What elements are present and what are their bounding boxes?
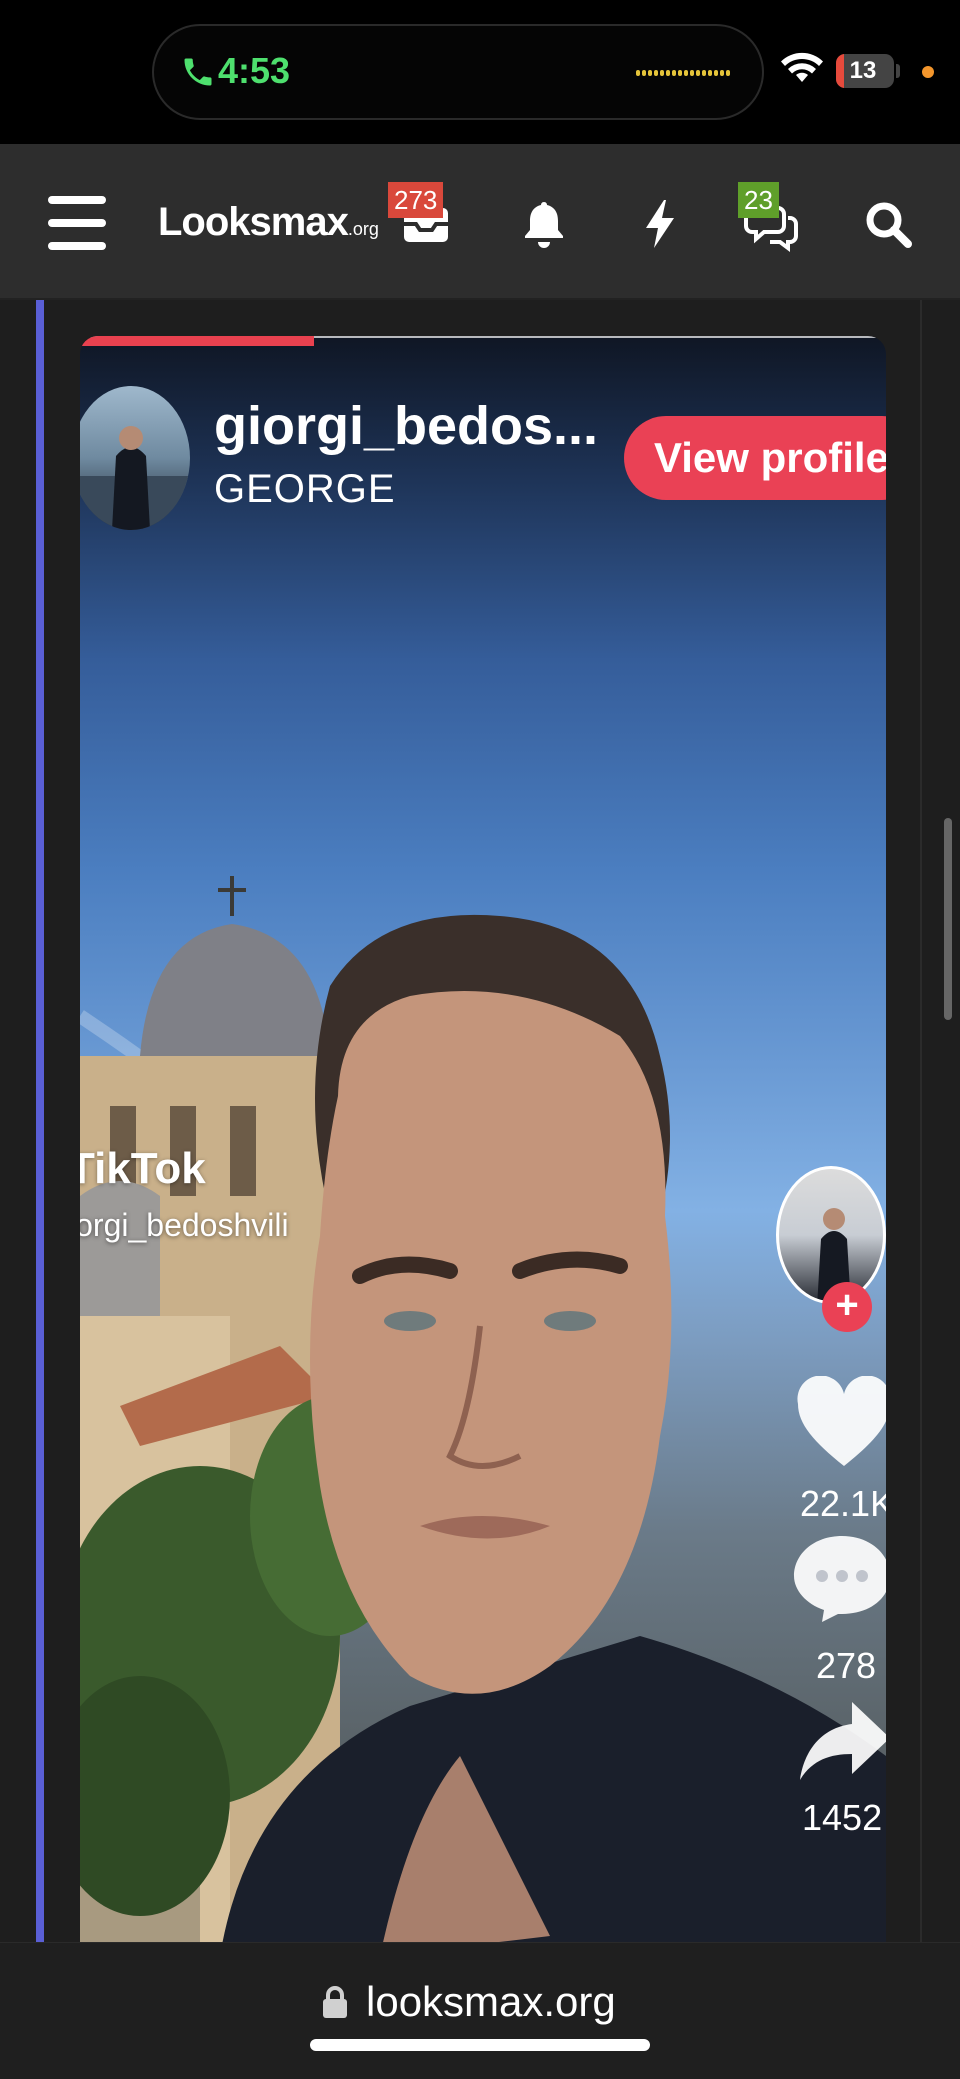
menu-icon-line — [48, 219, 106, 227]
inbox-badge: 273 — [388, 182, 444, 218]
tiktok-watermark: TikTok iorgi_bedoshvili — [80, 1142, 289, 1246]
watermark-handle: iorgi_bedoshvili — [80, 1207, 289, 1243]
scrollbar-thumb[interactable] — [944, 818, 952, 1020]
watermark-logo: TikTok — [80, 1144, 206, 1193]
battery-cap — [896, 64, 900, 78]
bolt-icon — [646, 200, 674, 248]
alerts-button[interactable] — [516, 196, 572, 252]
status-bar: 4:53 13 — [0, 0, 960, 144]
search-button[interactable] — [860, 196, 916, 252]
wifi-icon — [781, 52, 823, 82]
comment-icon[interactable] — [792, 1528, 886, 1624]
menu-icon-line — [48, 196, 106, 204]
site-logo-suffix: .org — [347, 219, 379, 239]
battery-level: 13 — [849, 57, 877, 84]
creator-username[interactable]: giorgi_bedos... — [214, 394, 598, 458]
quote-bar — [36, 300, 44, 1942]
comment-count: 278 — [816, 1645, 877, 1686]
menu-button[interactable] — [48, 196, 106, 250]
privacy-indicator-dot — [922, 66, 934, 78]
side-creator-avatar[interactable] — [776, 1166, 886, 1304]
tiktok-embed[interactable]: giorgi_bedos... GEORGE View profile TikT… — [80, 336, 886, 1942]
dynamic-island[interactable]: 4:53 — [152, 24, 764, 120]
site-header: Looksmax.org 273 23 — [0, 144, 960, 300]
creator-display-name: GEORGE — [214, 467, 396, 511]
menu-icon-line — [48, 242, 106, 250]
site-logo-main: Looksmax — [158, 200, 349, 244]
search-icon — [866, 202, 912, 248]
lock-icon — [323, 1986, 347, 2018]
share-icon[interactable] — [796, 1696, 886, 1786]
waveform-icon — [636, 70, 732, 78]
video-progress-bar[interactable] — [80, 336, 314, 346]
like-count: 22.1K — [800, 1483, 886, 1524]
follow-button[interactable]: + — [822, 1282, 872, 1332]
video-frame — [80, 876, 886, 1942]
status-time: 4:53 — [218, 50, 291, 91]
whats-new-button[interactable] — [632, 196, 688, 252]
post-content: giorgi_bedos... GEORGE View profile TikT… — [0, 300, 960, 1942]
site-logo[interactable]: Looksmax.org — [158, 194, 379, 257]
content-border — [920, 300, 922, 1942]
person — [222, 914, 886, 1942]
address-url[interactable]: looksmax.org — [366, 1975, 616, 2029]
battery-icon: 13 — [836, 54, 894, 88]
conversations-badge: 23 — [738, 182, 779, 218]
phone-call-icon — [184, 58, 212, 86]
view-profile-button[interactable]: View profile — [624, 416, 886, 500]
bell-icon — [525, 202, 563, 248]
share-count: 1452 — [802, 1797, 883, 1838]
browser-address-bar[interactable]: looksmax.org — [0, 1942, 960, 2079]
home-indicator[interactable] — [310, 2039, 650, 2051]
heart-icon[interactable] — [794, 1376, 886, 1472]
